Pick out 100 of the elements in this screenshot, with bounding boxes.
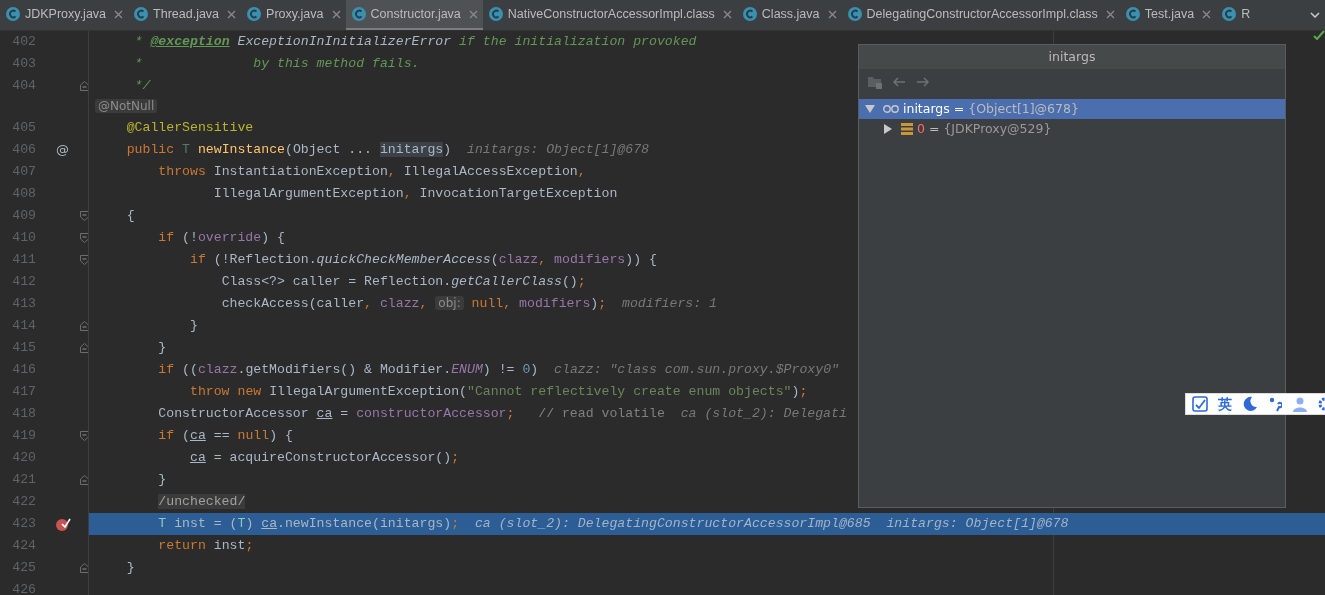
folder-icon[interactable] [867,74,883,90]
class-icon [741,6,758,22]
close-icon[interactable] [722,9,732,19]
code-line: } [188,317,198,336]
field-icon [901,123,913,135]
code-line: IllegalArgumentException, InvocationTargetException [212,185,618,204]
glasses-icon [883,104,899,114]
fold-marker-icon[interactable] [80,343,89,353]
editor-tab[interactable]: R [1216,0,1256,30]
class-icon [5,6,21,22]
user-icon[interactable] [1292,396,1308,412]
expanded-arrow-icon[interactable] [865,104,875,114]
check-icon [1313,30,1325,40]
fold-marker-icon[interactable] [80,233,89,243]
line-number: 421 [12,472,36,488]
line-number: 411 [12,252,36,268]
code-line: } [157,471,167,490]
line-number: 426 [12,582,36,595]
class-icon [846,6,863,22]
line-number: 418 [12,406,36,422]
close-icon[interactable] [114,9,124,19]
tree-item-label: initargs = {Object[1]@678} [903,99,1079,118]
line-number: 422 [12,494,36,510]
close-icon[interactable] [827,9,837,19]
code-line: if (!Reflection.quickCheckMemberAccess(clazz, modifiers)) { [188,251,657,270]
editor-tab[interactable]: Thread.java [128,0,242,30]
back-arrow-icon[interactable] [891,75,907,89]
editor-tab[interactable]: Class.java [736,0,842,30]
fold-marker-icon[interactable] [80,255,89,265]
code-line: { [125,207,135,226]
close-icon[interactable] [227,9,237,19]
class-icon [246,6,263,22]
punctuation-icon[interactable] [1268,396,1282,412]
code-line: throw new IllegalArgumentException("Cannot reflectively create enum objects"); [188,383,808,402]
tree-row[interactable]: initargs = {Object[1]@678} [859,99,1285,119]
code-line: * by this method fails. [133,55,420,74]
line-number: 417 [12,384,36,400]
settings-icon[interactable] [1318,396,1325,412]
close-icon[interactable] [1202,9,1212,19]
fold-marker-icon[interactable] [80,563,89,573]
close-icon[interactable] [1105,9,1115,19]
class-icon [133,6,150,22]
fold-marker-icon[interactable] [80,321,89,331]
class-icon [487,6,504,22]
chevron-down-icon[interactable] [1310,12,1320,18]
code-line: } [125,559,135,578]
code-line: Class<?> caller = Reflection.getCallerClass(); [220,273,586,292]
editor-tab[interactable]: Test.java [1119,0,1217,30]
language-indicator[interactable]: 英 [1218,393,1232,415]
fold-marker-icon[interactable] [80,81,89,91]
line-number: 408 [12,186,36,202]
close-icon[interactable] [468,9,478,19]
editor-tab[interactable]: Proxy.java [241,0,346,30]
line-number: 420 [12,450,36,466]
breakpoint-icon[interactable] [54,516,71,532]
code-line: if (ca == null) { [157,427,293,446]
line-number: 423 [12,516,36,532]
line-number: 406 [12,142,36,158]
code-line: ca = acquireConstructorAccessor(); [188,449,460,468]
checkbox-icon[interactable] [1192,396,1208,412]
class-icon [1221,6,1238,22]
line-number: 410 [12,230,36,246]
code-line: if (!override) { [157,229,285,248]
code-line: @CallerSensitive [125,119,254,138]
code-line: throws InstantiationException, IllegalAccessException, [157,163,586,182]
class-icon [1124,6,1141,22]
line-number: 412 [12,274,36,290]
line-number: 407 [12,164,36,180]
code-line: public T newInstance(Object ... initargs) initargs: Object[1]@678 [125,141,650,160]
line-number: 415 [12,340,36,356]
editor-tab[interactable]: DelegatingConstructorAccessorImpl.class [841,0,1120,30]
code-line: return inst; [157,537,254,556]
line-number: 403 [12,56,36,72]
close-icon[interactable] [331,9,341,19]
popup-title: initargs [859,45,1285,69]
class-icon [350,6,367,22]
editor-tab[interactable]: JDKProxy.java [0,0,129,30]
line-number: 414 [12,318,36,334]
code-line: * @exception ExceptionInInitializerError if the initialization provoked [133,33,697,52]
editor-tab[interactable]: Constructor.java [345,0,483,30]
line-number: 416 [12,362,36,378]
collapsed-arrow-icon[interactable] [883,124,893,134]
fold-marker-icon[interactable] [80,211,89,221]
line-number: 424 [12,538,36,554]
fold-marker-icon[interactable] [80,475,89,485]
code-line: T inst = (T) ca.newInstance(initargs); ca (slot_2): DelegatingConstructorAccessorImpl@685 initargs: Object[1]@678 [157,515,1069,534]
line-number: 425 [12,560,36,576]
editor-tab[interactable]: NativeConstructorAccessorImpl.class [482,0,737,30]
fold-marker-icon[interactable] [80,431,89,441]
line-number: 419 [12,428,36,444]
code-line: ConstructorAccessor ca = constructorAccessor; // read volatile ca (slot_2): Delegati [157,405,847,424]
tree-row[interactable]: 0 = {JDKProxy@529} [859,119,1285,139]
line-number: 409 [12,208,36,224]
line-number: 404 [12,78,36,94]
line-number: 405 [12,120,36,136]
tree-item-label: 0 = {JDKProxy@529} [917,119,1052,138]
line-number: 413 [12,296,36,312]
forward-arrow-icon[interactable] [915,75,931,89]
moon-icon[interactable] [1242,396,1258,412]
override-marker[interactable]: @ [56,140,69,160]
